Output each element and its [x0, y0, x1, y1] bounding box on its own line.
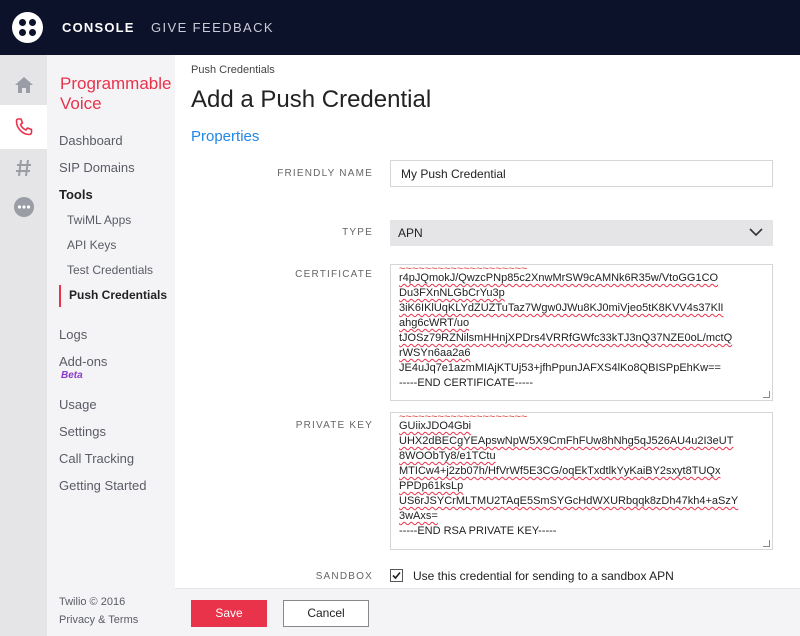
- page-title: Add a Push Credential: [191, 86, 432, 113]
- certificate-line: JE4uJq7e1azmMIAjKTUj53+jfhPpunJAFXS4lKo8…: [399, 362, 721, 374]
- nav-tools[interactable]: Tools: [59, 187, 93, 202]
- give-feedback-link[interactable]: GIVE FEEDBACK: [151, 0, 274, 55]
- home-icon[interactable]: [0, 63, 47, 107]
- nav-call-tracking[interactable]: Call Tracking: [59, 451, 134, 466]
- product-sidebar: Programmable Voice Dashboard SIP Domains…: [47, 55, 175, 636]
- certificate-line: ahg6cWRT/uo: [399, 317, 470, 329]
- breadcrumb[interactable]: Push Credentials: [191, 64, 275, 76]
- certificate-line: -----END CERTIFICATE-----: [399, 377, 534, 389]
- private-key-line: GUiixJDO4Gbi: [399, 420, 472, 432]
- certificate-label: CERTIFICATE: [295, 269, 373, 280]
- certificate-line: rWSYn6aa2a6: [399, 347, 471, 359]
- private-key-line: 3wAxs=: [399, 510, 438, 522]
- private-key-line: 8WOObTy8/e1TCtu: [399, 450, 496, 462]
- nav-settings[interactable]: Settings: [59, 424, 106, 439]
- certificate-line: 3iK6IKlUqKLYdZUZTuTaz7Wgw0JWu8KJ0miVjeo5…: [399, 302, 724, 314]
- certificate-line: r4pJQmokJ/QwzcPNp85c2XnwMrSW9cAMNk6R35w/…: [399, 272, 719, 284]
- beta-badge: Beta: [61, 370, 83, 381]
- certificate-line: tJOSz79RZNilsmHHnjXPDrs4VRRfGWfc33kTJ3nQ…: [399, 332, 733, 344]
- checkmark-icon: [392, 571, 401, 580]
- product-title[interactable]: Programmable Voice: [60, 74, 175, 114]
- console-link[interactable]: CONSOLE: [62, 0, 135, 55]
- nav-twiml-apps[interactable]: TwiML Apps: [67, 213, 131, 227]
- resize-handle-icon[interactable]: [763, 540, 770, 547]
- phone-icon[interactable]: [0, 105, 47, 149]
- nav-sip-domains[interactable]: SIP Domains: [59, 160, 135, 175]
- action-bar: [175, 588, 800, 636]
- nav-logs[interactable]: Logs: [59, 327, 87, 342]
- nav-push-credentials[interactable]: Push Credentials: [59, 285, 167, 307]
- private-key-label: PRIVATE KEY: [295, 420, 373, 431]
- private-key-line: PPDp61ksLp: [399, 480, 464, 492]
- private-key-textarea[interactable]: ~~~~~~~~~~~~~~~~~~~~ GUiixJDO4Gbi UHX2dB…: [390, 412, 773, 550]
- certificate-line: Du3FXnNLGbCrYu3p: [399, 287, 505, 299]
- section-title: Properties: [191, 128, 260, 145]
- cancel-button[interactable]: Cancel: [283, 600, 369, 627]
- nav-usage[interactable]: Usage: [59, 397, 97, 412]
- friendly-name-input[interactable]: [390, 160, 773, 187]
- twilio-logo-icon[interactable]: [12, 12, 43, 43]
- sandbox-label: SANDBOX: [315, 571, 373, 582]
- save-button[interactable]: Save: [191, 600, 267, 627]
- nav-api-keys[interactable]: API Keys: [67, 238, 116, 252]
- certificate-textarea[interactable]: ~~~~~~~~~~~~~~~~~~~~ r4pJQmokJ/QwzcPNp85…: [390, 264, 773, 401]
- private-key-line: UHX2dBECgYEApswNpW5X9CmFhFUw8hNhg5qJ526A…: [399, 435, 734, 447]
- private-key-line: -----END RSA PRIVATE KEY-----: [399, 525, 557, 537]
- nav-addons[interactable]: Add-ons: [59, 354, 107, 369]
- icon-rail: [0, 55, 47, 636]
- nav-getting-started[interactable]: Getting Started: [59, 478, 146, 493]
- private-key-line: MTICw4+j2zb07h/HfVrWf5E3CG/oqEkTxdtlkYyK…: [399, 465, 721, 477]
- top-bar: CONSOLE GIVE FEEDBACK: [0, 0, 800, 55]
- copyright-text: Twilio © 2016: [59, 596, 126, 608]
- chevron-down-icon: [749, 228, 763, 237]
- sandbox-checkbox-label[interactable]: Use this credential for sending to a san…: [413, 569, 674, 583]
- more-icon[interactable]: [0, 185, 47, 229]
- type-select-value: APN: [398, 226, 423, 240]
- type-label: TYPE: [342, 227, 373, 238]
- nav-dashboard[interactable]: Dashboard: [59, 133, 123, 148]
- friendly-name-label: FRIENDLY NAME: [277, 168, 373, 179]
- type-select[interactable]: APN: [390, 220, 773, 246]
- hash-icon[interactable]: [0, 146, 47, 190]
- privacy-terms-link[interactable]: Privacy & Terms: [59, 614, 138, 626]
- nav-test-credentials[interactable]: Test Credentials: [67, 263, 153, 277]
- resize-handle-icon[interactable]: [763, 391, 770, 398]
- private-key-line: US6rJSYCrMLTMU2TAqE5SmSYGcHdWXURbqqk8zDh…: [399, 495, 739, 507]
- sandbox-checkbox[interactable]: [390, 569, 403, 582]
